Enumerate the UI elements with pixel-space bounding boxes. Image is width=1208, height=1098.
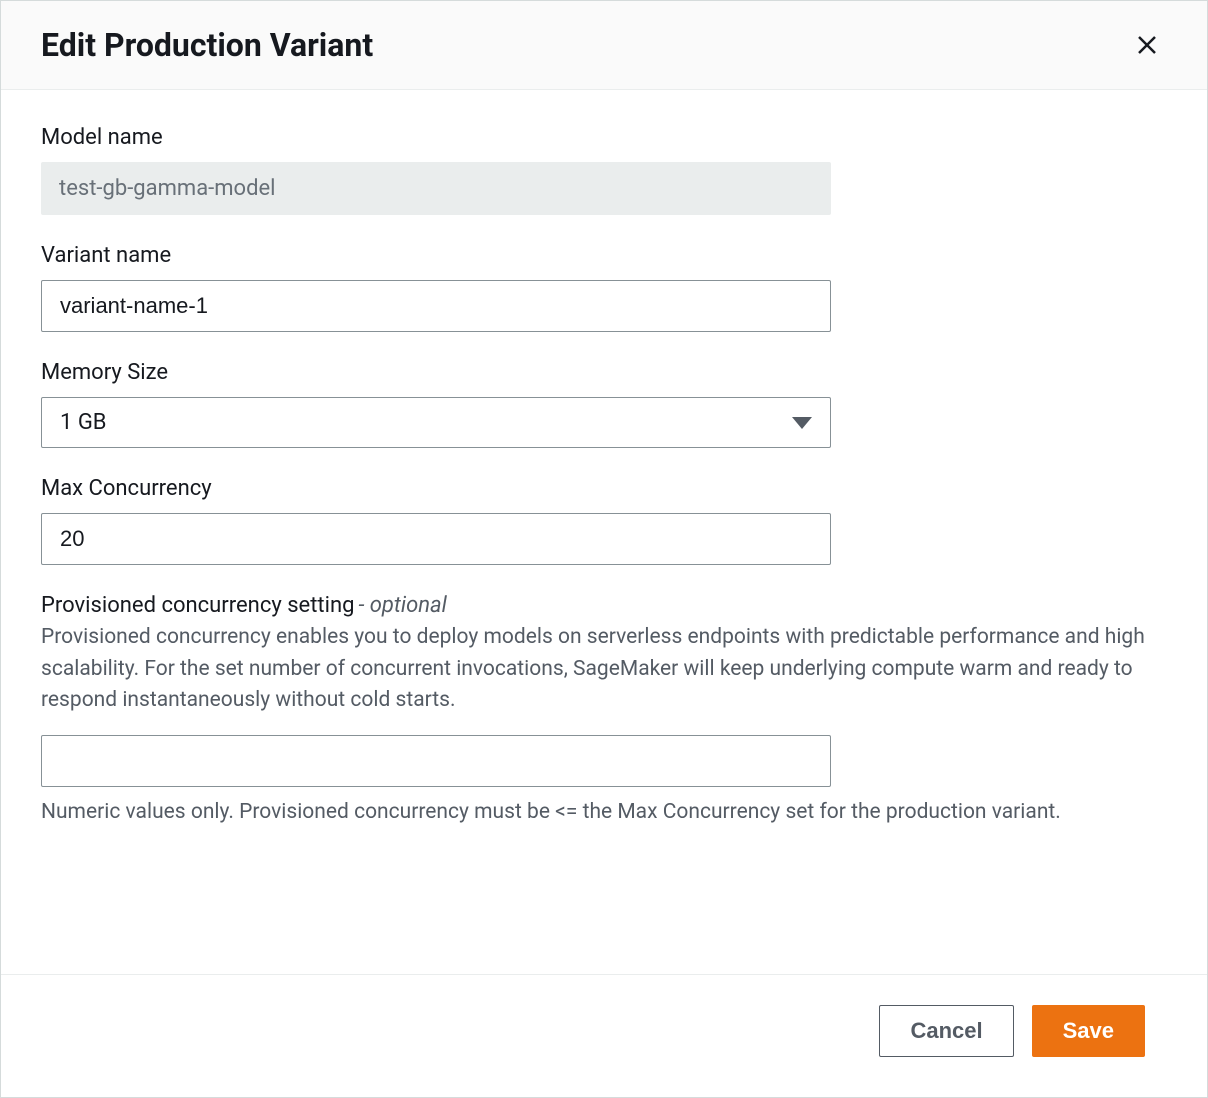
chevron-down-icon (792, 417, 812, 429)
modal-body: Model name test-gb-gamma-model Variant n… (1, 90, 1207, 974)
edit-production-variant-modal: Edit Production Variant Model name test-… (0, 0, 1208, 1098)
provisioned-label-row: Provisioned concurrency setting - option… (41, 593, 1167, 618)
provisioned-concurrency-label: Provisioned concurrency setting (41, 593, 354, 618)
save-button[interactable]: Save (1032, 1005, 1145, 1057)
model-name-group: Model name test-gb-gamma-model (41, 125, 1167, 215)
provisioned-concurrency-input[interactable] (41, 735, 831, 787)
close-button[interactable] (1127, 25, 1167, 65)
memory-size-group: Memory Size 1 GB (41, 360, 1167, 448)
modal-footer: Cancel Save (1, 974, 1207, 1097)
provisioned-helper: Numeric values only. Provisioned concurr… (41, 797, 1167, 829)
max-concurrency-group: Max Concurrency (41, 476, 1167, 565)
memory-size-value: 1 GB (60, 410, 107, 435)
variant-name-group: Variant name (41, 243, 1167, 332)
modal-title: Edit Production Variant (41, 26, 373, 64)
variant-name-input[interactable] (41, 280, 831, 332)
provisioned-description: Provisioned concurrency enables you to d… (41, 622, 1167, 717)
variant-name-label: Variant name (41, 243, 1167, 268)
cancel-button[interactable]: Cancel (879, 1005, 1013, 1057)
model-name-label: Model name (41, 125, 1167, 150)
model-name-input: test-gb-gamma-model (41, 162, 831, 215)
close-icon (1135, 33, 1159, 57)
memory-size-label: Memory Size (41, 360, 1167, 385)
max-concurrency-input[interactable] (41, 513, 831, 565)
modal-header: Edit Production Variant (1, 1, 1207, 90)
max-concurrency-label: Max Concurrency (41, 476, 1167, 501)
memory-size-select-wrapper: 1 GB (41, 397, 831, 448)
memory-size-select[interactable]: 1 GB (41, 397, 831, 448)
optional-tag: - optional (358, 593, 446, 618)
provisioned-concurrency-group: Provisioned concurrency setting - option… (41, 593, 1167, 828)
